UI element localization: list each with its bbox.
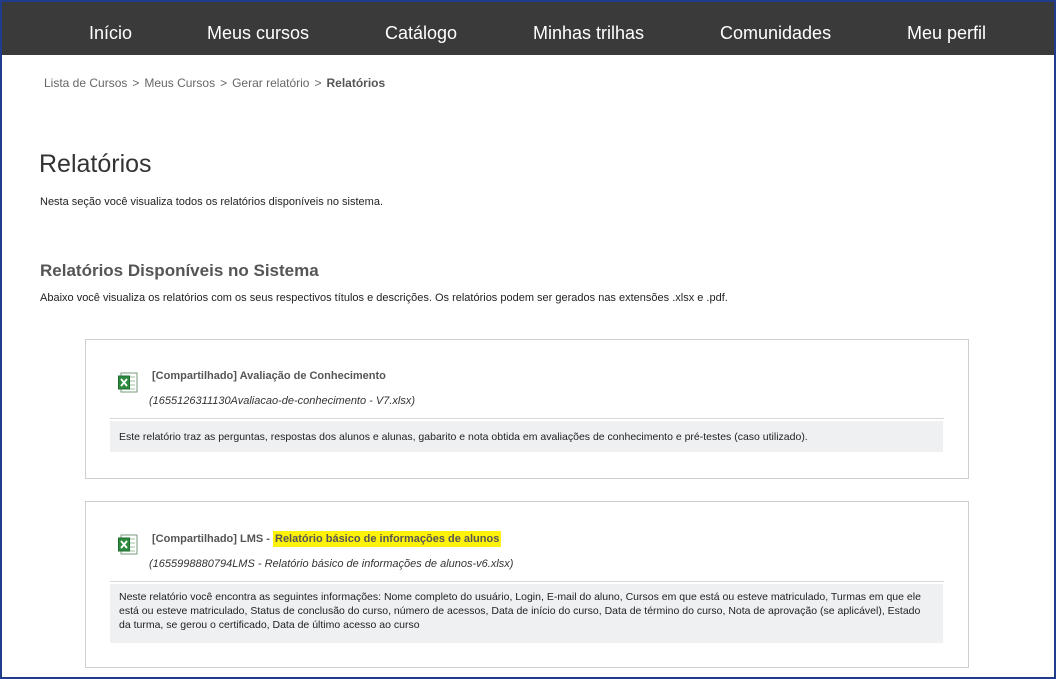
breadcrumb-current: Relatórios bbox=[326, 76, 386, 90]
breadcrumb-separator: > bbox=[220, 76, 228, 90]
nav-item-catalogo[interactable]: Catálogo bbox=[385, 2, 457, 55]
report-filename: (1655998880794LMS - Relatório básico de … bbox=[149, 558, 514, 570]
breadcrumb-meus-cursos[interactable]: Meus Cursos bbox=[144, 76, 215, 90]
nav-item-inicio[interactable]: Início bbox=[89, 2, 132, 55]
nav-item-minhas-trilhas[interactable]: Minhas trilhas bbox=[533, 2, 644, 55]
top-navigation-bar: Início Meus cursos Catálogo Minhas trilh… bbox=[2, 2, 1054, 55]
page-description: Nesta seção você visualiza todos os rela… bbox=[40, 196, 384, 208]
section-description: Abaixo você visualiza os relatórios com … bbox=[40, 292, 728, 304]
report-description: Neste relatório você encontra as seguint… bbox=[110, 584, 943, 643]
breadcrumb-lista-de-cursos[interactable]: Lista de Cursos bbox=[44, 76, 127, 90]
report-title[interactable]: [Compartilhado] LMS - Relatório básico d… bbox=[152, 531, 502, 547]
report-card: [Compartilhado] Avaliação de Conheciment… bbox=[85, 339, 969, 479]
report-title-prefix: [Compartilhado] LMS - bbox=[152, 533, 273, 545]
excel-icon[interactable] bbox=[118, 372, 138, 393]
breadcrumb-separator: > bbox=[314, 76, 322, 90]
section-title: Relatórios Disponíveis no Sistema bbox=[40, 261, 319, 280]
nav-item-comunidades[interactable]: Comunidades bbox=[720, 2, 831, 55]
excel-icon[interactable] bbox=[118, 534, 138, 555]
report-filename: (1655126311130Avaliacao-de-conhecimento … bbox=[149, 395, 415, 407]
report-title[interactable]: [Compartilhado] Avaliação de Conheciment… bbox=[152, 370, 386, 382]
nav-item-meu-perfil[interactable]: Meu perfil bbox=[907, 2, 986, 55]
report-description: Este relatório traz as perguntas, respos… bbox=[110, 421, 943, 452]
breadcrumb-gerar-relatorio[interactable]: Gerar relatório bbox=[232, 76, 309, 90]
breadcrumb-separator: > bbox=[132, 76, 140, 90]
divider bbox=[110, 581, 944, 582]
divider bbox=[110, 418, 944, 419]
report-card: [Compartilhado] LMS - Relatório básico d… bbox=[85, 501, 969, 668]
page-title: Relatórios bbox=[39, 150, 152, 178]
breadcrumb: Lista de Cursos > Meus Cursos > Gerar relató… bbox=[44, 76, 385, 90]
report-title-highlight: Relatório básico de informações de aluno… bbox=[273, 531, 502, 547]
nav-item-meus-cursos[interactable]: Meus cursos bbox=[207, 2, 309, 55]
